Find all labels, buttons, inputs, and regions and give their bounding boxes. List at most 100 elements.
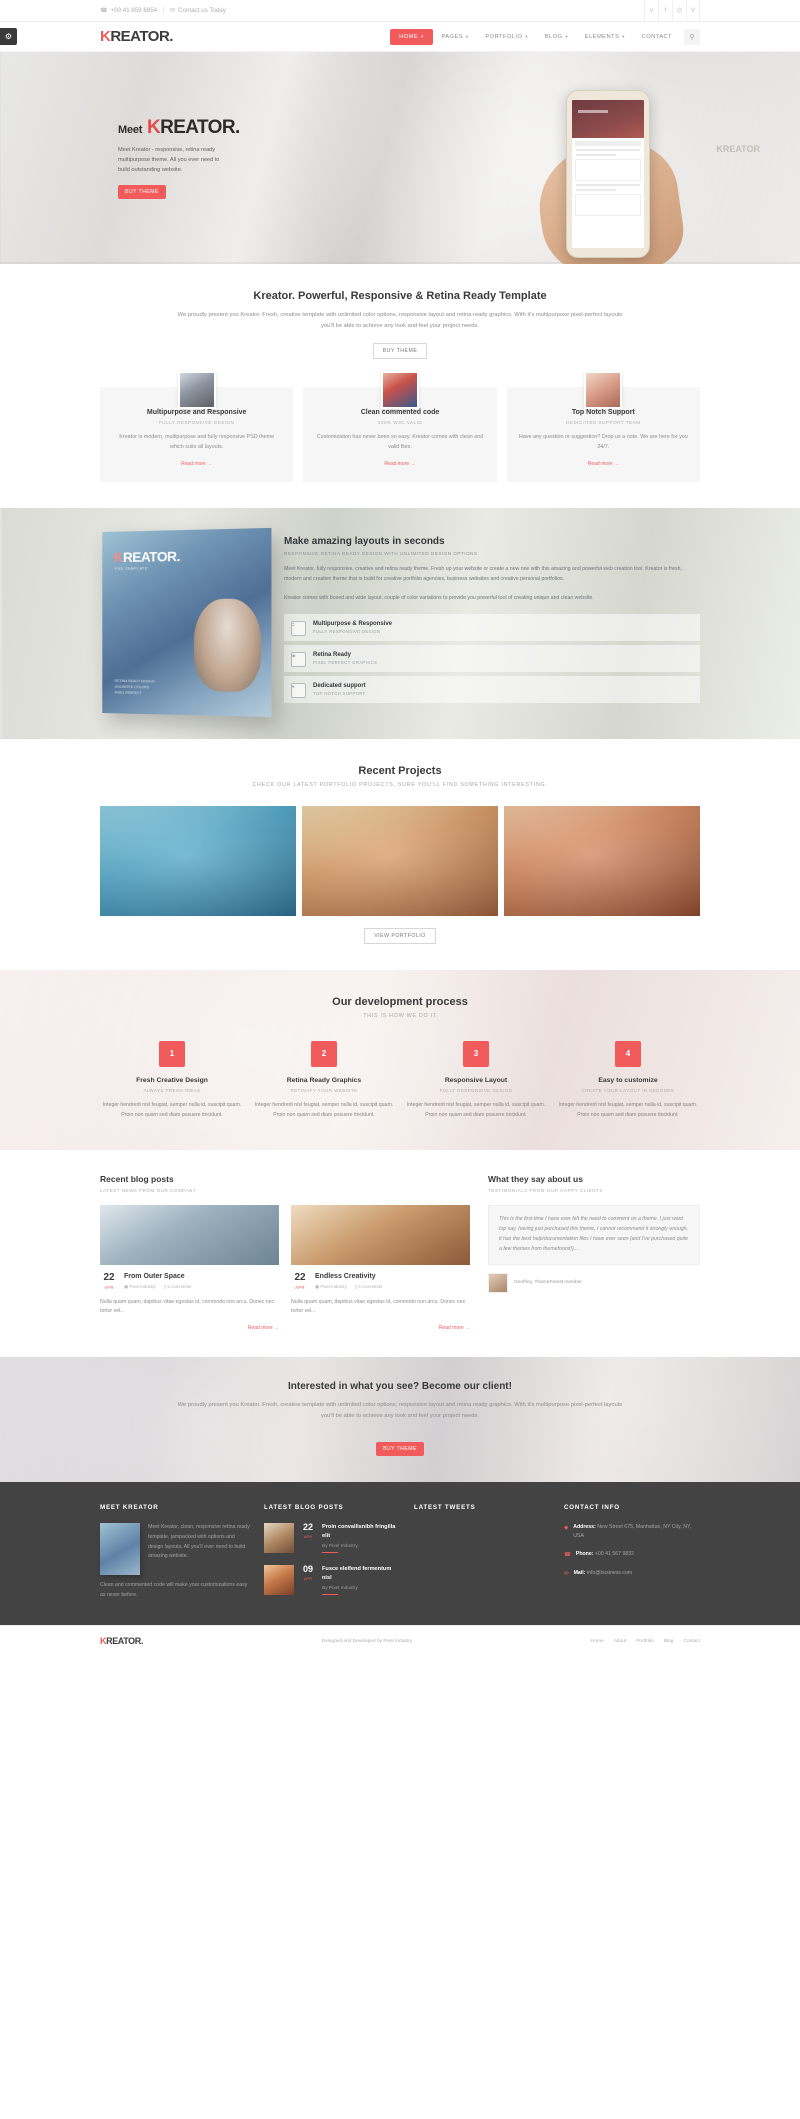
hero-buy-theme-button[interactable]: BUY THEME bbox=[118, 184, 166, 199]
heart-icon: ♥ bbox=[291, 682, 306, 698]
footer-about-text-2: Clean and commented code will make your … bbox=[100, 1582, 248, 1598]
topbar-contact[interactable]: ✉ Contact us Today bbox=[170, 7, 232, 14]
footer-nav-about[interactable]: About bbox=[614, 1639, 627, 1644]
site-logo[interactable]: KREATOR. bbox=[100, 28, 173, 45]
location-icon: ◆ bbox=[564, 1525, 569, 1532]
project-thumb-2[interactable] bbox=[302, 805, 498, 916]
footer-post[interactable]: 22 APR Proin convallisnibh fringilla eli… bbox=[264, 1523, 400, 1554]
twitter-icon[interactable]: ᴠ bbox=[644, 0, 658, 22]
footer-product-image bbox=[100, 1523, 140, 1576]
testimonials-column: What they say about us TESTIMONIALS FROM… bbox=[488, 1174, 700, 1331]
recent-blog-column: Recent blog posts LATEST NEWS FROM OUR C… bbox=[100, 1174, 470, 1331]
blog-post-title[interactable]: Endless Creativity bbox=[315, 1273, 382, 1280]
nav-item-pages[interactable]: PAGES ▼ bbox=[433, 29, 477, 45]
testimonial-author-name: Geoffrey, ThemeForest member bbox=[514, 1280, 582, 1286]
envelope-icon: ✉ bbox=[170, 8, 176, 14]
view-portfolio-button[interactable]: VIEW PORTFOLIO bbox=[364, 927, 436, 944]
footer-phone-value: +00 41 567 9832 bbox=[594, 1550, 634, 1557]
topbar-phone[interactable]: ☎ +00 41 859 6854 bbox=[100, 7, 165, 14]
step-subtitle: CREATE YOUR LAYOUT IN SECONDS bbox=[581, 1087, 675, 1093]
feature-readmore-link[interactable]: Read more → bbox=[588, 461, 619, 467]
blog-post-title[interactable]: From Outer Space bbox=[124, 1273, 191, 1280]
blog-post-comments: ▯ 5 comments bbox=[354, 1284, 383, 1290]
nav-item-portfolio[interactable]: PORTFOLIO ▼ bbox=[477, 29, 536, 45]
feature-subtitle: 100% W3C VALID bbox=[377, 420, 423, 426]
blog-post-day: 22 bbox=[103, 1272, 115, 1284]
main-nav: HOME ▼ PAGES ▼ PORTFOLIO ▼ BLOG ▼ ELEMENTS ▼ … bbox=[390, 28, 700, 45]
blog-post-excerpt: Nulla quam quam, dapibus vitae egestas i… bbox=[291, 1299, 466, 1315]
feature-readmore-link[interactable]: Read more → bbox=[181, 461, 212, 467]
step-title: Responsive Layout bbox=[444, 1076, 508, 1084]
nav-item-blog[interactable]: BLOG ▼ bbox=[537, 29, 577, 45]
project-thumb-3[interactable] bbox=[504, 805, 700, 916]
footer-blog-title: LATEST BLOG POSTS bbox=[264, 1504, 344, 1512]
topbar-contact-group: ☎ +00 41 859 6854 ✉ Contact us Today bbox=[100, 7, 232, 14]
footer-nav-contact[interactable]: Contact bbox=[683, 1639, 700, 1644]
footer-post-month: APR bbox=[303, 1534, 313, 1540]
top-bar: ☎ +00 41 859 6854 ✉ Contact us Today ᴠ f… bbox=[0, 0, 800, 22]
step-number-badge: 1 bbox=[159, 1040, 185, 1067]
feature-thumb-icon bbox=[380, 371, 419, 410]
step-number-badge: 2 bbox=[311, 1040, 337, 1067]
project-thumb-1[interactable] bbox=[100, 805, 296, 916]
footer-nav-home[interactable]: Home bbox=[591, 1639, 604, 1644]
feature-text: Customization has never been so easy. Kr… bbox=[316, 434, 484, 451]
footer-post-date: 22 APR bbox=[300, 1523, 316, 1540]
footer-mail-value[interactable]: info@business.com bbox=[587, 1570, 632, 1576]
footer-phone-label: Phone: bbox=[575, 1550, 594, 1557]
image-icon: ▣ bbox=[315, 1284, 320, 1290]
layouts-item-title: Dedicated support bbox=[313, 682, 366, 689]
layouts-item-responsive[interactable]: ⎕ Multipurpose & Responsive FULLY RESPONS… bbox=[284, 613, 700, 641]
intro-section: Kreator. Powerful, Responsive & Retina R… bbox=[0, 264, 800, 508]
layouts-item-retina[interactable]: ◉ Retina Ready PIXEL PERFECT GRAPHICS bbox=[284, 644, 700, 672]
footer-post-author: By Pixel Industry bbox=[322, 1586, 358, 1592]
facebook-icon[interactable]: f bbox=[658, 0, 672, 22]
vimeo-icon[interactable]: V bbox=[686, 0, 700, 22]
footer-post[interactable]: 09 APR Fusce eleifend fermentum nisl By … bbox=[264, 1564, 400, 1596]
blog-post-image[interactable] bbox=[100, 1205, 279, 1266]
footer-post-divider bbox=[322, 1552, 338, 1554]
step-title: Retina Ready Graphics bbox=[286, 1076, 362, 1084]
step-text: Integer hendrerit nisl feugiat, semper n… bbox=[558, 1101, 698, 1118]
nav-item-home[interactable]: HOME ▼ bbox=[390, 28, 434, 45]
step-text: Integer hendrerit nisl feugiat, semper n… bbox=[102, 1101, 242, 1118]
layouts-paragraph-2: Kreator comes with boxed and wide layout… bbox=[284, 594, 594, 601]
topbar-phone-text: +00 41 859 6854 bbox=[110, 7, 158, 14]
blog-post-readmore[interactable]: Read more → bbox=[439, 1325, 470, 1331]
feature-readmore-link[interactable]: Read more → bbox=[384, 461, 415, 467]
layouts-item-sub: FULLY RESPONSIVE DESIGN bbox=[313, 628, 381, 634]
search-button[interactable]: ⚲ bbox=[684, 28, 700, 45]
copyright-credit: Designed and Developed by Pixel Industry bbox=[321, 1638, 413, 1644]
mail-icon: ✉ bbox=[564, 1571, 569, 1578]
boxshot-logo-rest: REATOR. bbox=[122, 547, 180, 565]
testimonials-subtitle: TESTIMONIALS FROM OUR HAPPY CLIENTS bbox=[488, 1188, 603, 1194]
footer-mail: ✉ Mail: info@business.com bbox=[564, 1569, 700, 1579]
nav-label: HOME bbox=[399, 33, 419, 40]
blog-post-date: 22 APR bbox=[291, 1273, 309, 1291]
hero-title: Meet KREATOR. bbox=[118, 117, 310, 139]
chevron-down-icon: ▼ bbox=[564, 34, 569, 39]
blog-post-date: 22 APR bbox=[100, 1272, 118, 1291]
blog-post-list: 22 APR From Outer Space ▣ Pixel Industry… bbox=[100, 1205, 470, 1331]
hero-slider: KREATOR Meet KREATOR. Meet Kreator - res… bbox=[0, 52, 800, 264]
chevron-down-icon: ▼ bbox=[524, 34, 529, 39]
logo-rest: REATOR. bbox=[110, 28, 173, 45]
step-number-badge: 4 bbox=[615, 1040, 641, 1067]
layouts-item-support[interactable]: ♥ Dedicated support TOP NOTCH SUPPORT bbox=[284, 675, 700, 703]
cta-buy-theme-button[interactable]: BUY THEME bbox=[376, 1442, 424, 1457]
settings-tab[interactable]: ⚙ bbox=[0, 28, 17, 45]
nav-item-contact[interactable]: CONTACT bbox=[634, 29, 680, 45]
footer-nav-blog[interactable]: Blog bbox=[664, 1639, 674, 1644]
footer-post-day: 09 bbox=[302, 1564, 313, 1575]
sub-footer: KREATOR. Designed and Developed by Pixel… bbox=[0, 1625, 800, 1657]
dribbble-icon[interactable]: ◎ bbox=[672, 0, 686, 22]
footer-logo[interactable]: KREATOR. bbox=[100, 1636, 143, 1646]
feature-text: Kreator is modern, multipurpose and full… bbox=[119, 434, 275, 451]
blog-post-readmore[interactable]: Read more → bbox=[248, 1325, 279, 1331]
hero-title-k: K bbox=[146, 117, 161, 139]
blog-post-image[interactable] bbox=[291, 1205, 470, 1266]
nav-item-elements[interactable]: ELEMENTS ▼ bbox=[577, 29, 634, 45]
intro-buy-theme-button[interactable]: BUY THEME bbox=[372, 343, 428, 360]
blog-post: 22 APR Endless Creativity ▣ Pixel Indust… bbox=[291, 1205, 470, 1331]
footer-nav-portfolio[interactable]: Portfolio bbox=[636, 1639, 654, 1644]
